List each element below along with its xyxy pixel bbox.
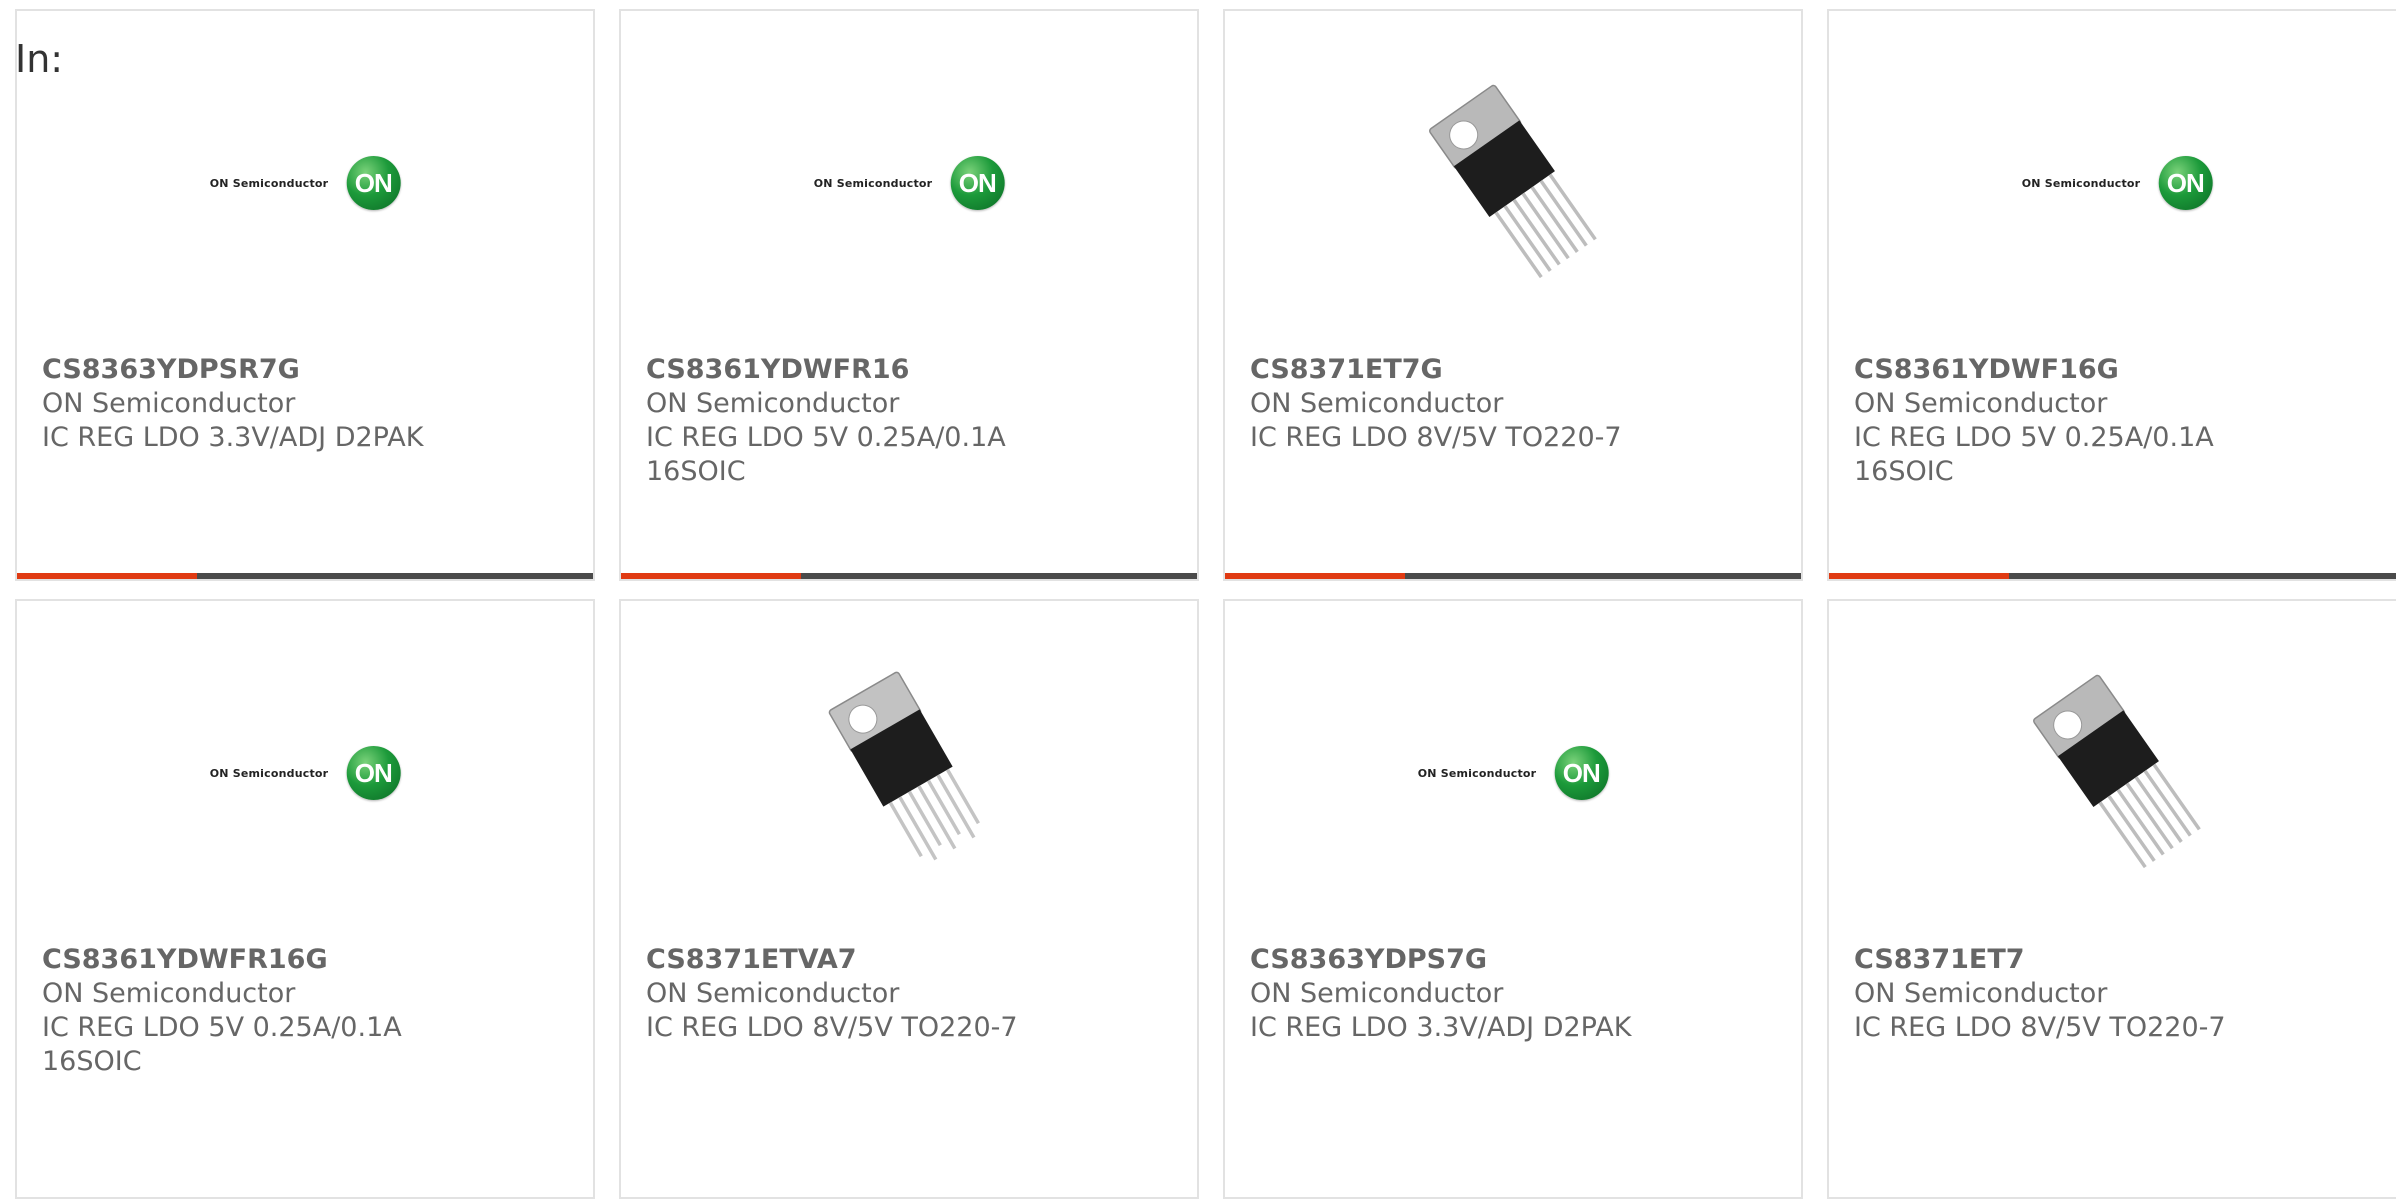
product-image[interactable]: ON Semiconductor ON [1829,11,2396,351]
part-number-link[interactable]: CS8361YDWFR16 [646,353,1177,387]
product-meta: CS8361YDWFR16G ON Semiconductor IC REG L… [42,943,573,1079]
description: IC REG LDO 5V 0.25A/0.1A 16SOIC [646,422,1006,487]
manufacturer: ON Semiconductor [646,388,900,419]
product-meta: CS8371ET7 ON Semiconductor IC REG LDO 8V… [1854,943,2385,1045]
part-number-link[interactable]: CS8371ET7G [1250,353,1781,387]
product-image[interactable]: ON Semiconductor ON [1225,601,1801,941]
description: IC REG LDO 8V/5V TO220-7 [646,1012,1018,1043]
description: IC REG LDO 3.3V/ADJ D2PAK [42,422,424,453]
logo-wordmark: ON Semiconductor [1417,766,1537,780]
card-accent-bar [1225,573,1801,579]
description: IC REG LDO 8V/5V TO220-7 [1250,422,1622,453]
product-image[interactable] [1225,11,1801,351]
product-meta: CS8361YDWFR16 ON Semiconductor IC REG LD… [646,353,1177,489]
part-number-link[interactable]: CS8371ETVA7 [646,943,1177,977]
description: IC REG LDO 5V 0.25A/0.1A 16SOIC [1854,422,2214,487]
on-badge-icon: ON [346,156,401,210]
manufacturer: ON Semiconductor [1250,388,1504,419]
part-number-link[interactable]: CS8363YDPS7G [1250,943,1781,977]
product-image[interactable]: ON Semiconductor ON [621,11,1197,351]
on-semiconductor-logo: ON Semiconductor ON [210,746,401,800]
on-badge-icon: ON [346,746,401,800]
product-card[interactable]: CS8371ET7G ON Semiconductor IC REG LDO 8… [1223,9,1803,581]
part-number-link[interactable]: CS8361YDWFR16G [42,943,573,977]
accent-segment [1829,573,2009,579]
product-card[interactable]: ON Semiconductor ON CS8363YDPSR7G ON Sem… [15,9,595,581]
product-image[interactable]: ON Semiconductor ON [17,11,593,351]
part-number-link[interactable]: CS8363YDPSR7G [42,353,573,387]
product-card[interactable]: ON Semiconductor ON CS8363YDPS7G ON Semi… [1223,599,1803,1199]
part-number-link[interactable]: CS8361YDWF16G [1854,353,2385,387]
part-number-link[interactable]: CS8371ET7 [1854,943,2385,977]
on-badge-icon: ON [1554,746,1609,800]
product-meta: CS8371ET7G ON Semiconductor IC REG LDO 8… [1250,353,1781,455]
card-accent-bar [621,573,1197,579]
page-label: In: [15,37,64,81]
to220-package-icon [2033,674,2201,869]
product-meta: CS8371ETVA7 ON Semiconductor IC REG LDO … [646,943,1177,1045]
logo-wordmark: ON Semiconductor [813,176,933,190]
product-meta: CS8363YDPS7G ON Semiconductor IC REG LDO… [1250,943,1781,1045]
on-semiconductor-logo: ON Semiconductor ON [210,156,401,210]
product-card[interactable]: CS8371ETVA7 ON Semiconductor IC REG LDO … [619,599,1199,1199]
manufacturer: ON Semiconductor [1854,388,2108,419]
manufacturer: ON Semiconductor [1250,978,1504,1009]
manufacturer: ON Semiconductor [646,978,900,1009]
description: IC REG LDO 5V 0.25A/0.1A 16SOIC [42,1012,402,1077]
on-semiconductor-logo: ON Semiconductor ON [814,156,1005,210]
product-meta: CS8361YDWF16G ON Semiconductor IC REG LD… [1854,353,2385,489]
card-accent-bar [17,573,593,579]
on-badge-icon: ON [2158,156,2213,210]
manufacturer: ON Semiconductor [42,388,296,419]
logo-wordmark: ON Semiconductor [2021,176,2141,190]
on-badge-icon: ON [950,156,1005,210]
description: IC REG LDO 8V/5V TO220-7 [1854,1012,2226,1043]
product-card[interactable]: ON Semiconductor ON CS8361YDWFR16G ON Se… [15,599,595,1199]
product-meta: CS8363YDPSR7G ON Semiconductor IC REG LD… [42,353,573,455]
on-semiconductor-logo: ON Semiconductor ON [2022,156,2213,210]
description: IC REG LDO 3.3V/ADJ D2PAK [1250,1012,1632,1043]
product-card[interactable]: ON Semiconductor ON CS8361YDWF16G ON Sem… [1827,9,2396,581]
on-semiconductor-logo: ON Semiconductor ON [1418,746,1609,800]
product-card[interactable]: CS8371ET7 ON Semiconductor IC REG LDO 8V… [1827,599,2396,1199]
to220-package-icon [1429,84,1597,279]
card-accent-bar [1829,573,2396,579]
manufacturer: ON Semiconductor [1854,978,2108,1009]
product-image[interactable] [621,601,1197,941]
to220-package-icon [828,671,980,861]
logo-wordmark: ON Semiconductor [209,766,329,780]
product-image[interactable]: ON Semiconductor ON [17,601,593,941]
accent-segment [621,573,801,579]
accent-segment [1225,573,1405,579]
logo-wordmark: ON Semiconductor [209,176,329,190]
product-image[interactable] [1829,601,2396,941]
accent-segment [17,573,197,579]
product-card[interactable]: ON Semiconductor ON CS8361YDWFR16 ON Sem… [619,9,1199,581]
manufacturer: ON Semiconductor [42,978,296,1009]
